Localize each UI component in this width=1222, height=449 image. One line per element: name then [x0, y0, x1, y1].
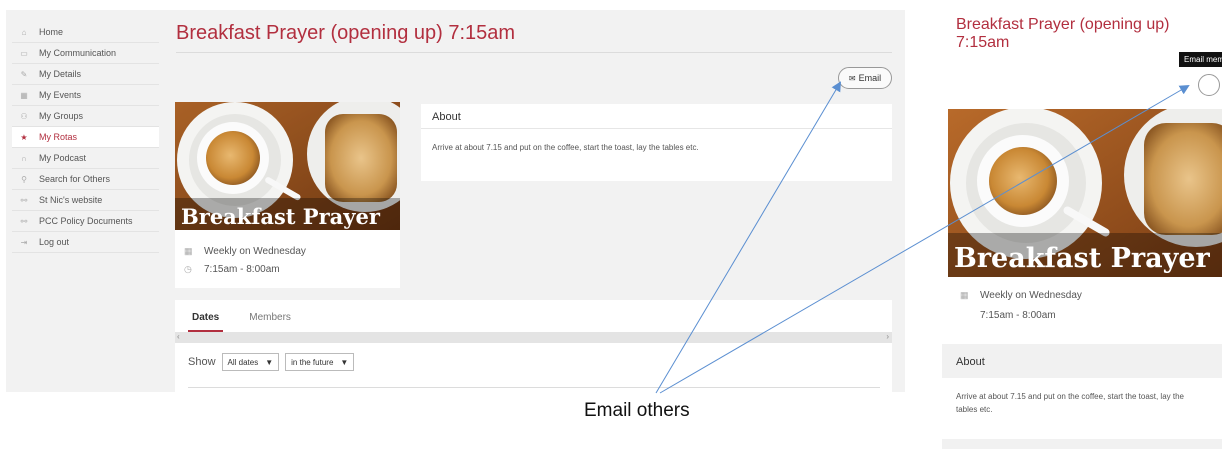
filter-divider: [188, 387, 880, 388]
sidebar-nav: ⌂ Home ▭ My Communication ✎ My Details ▦ My Eve…: [12, 22, 159, 253]
sidebar-item-label: My Details: [39, 69, 82, 79]
email-tooltip: Email members: [1179, 52, 1222, 67]
group-icon: ⚇: [20, 111, 28, 121]
time-text: 7:15am - 8:00am: [204, 263, 280, 275]
sidebar-item-home[interactable]: ⌂ Home: [12, 22, 159, 43]
sidebar-item-log-out[interactable]: ⇥ Log out: [12, 232, 159, 253]
filter-row: Show All dates ▼ in the future ▼: [175, 343, 892, 371]
sidebar-item-my-groups[interactable]: ⚇ My Groups: [12, 106, 159, 127]
sidebar-item-label: PCC Policy Documents: [39, 216, 133, 226]
sidebar-item-pcc-policy-documents[interactable]: ⚯ PCC Policy Documents: [12, 211, 159, 232]
breakfast-photo: Breakfast Prayer: [175, 102, 400, 230]
sidebar-item-label: My Rotas: [39, 132, 78, 142]
calendar-icon: ▦: [20, 90, 28, 100]
page-title: Breakfast Prayer (opening up) 7:15am: [176, 22, 516, 44]
zoom-schedule-text: Weekly on Wednesday: [980, 289, 1082, 301]
caret-down-icon: ▼: [265, 357, 274, 367]
zoom-breakfast-photo: Breakfast Prayer: [948, 109, 1222, 277]
zoom-time-text: 7:15am - 8:00am: [980, 309, 1056, 321]
sidebar-item-label: Log out: [39, 237, 70, 247]
sidebar-item-label: Search for Others: [39, 174, 111, 184]
zoom-schedule-row: ▦ Weekly on Wednesday: [948, 285, 1222, 305]
headphones-icon: ∩: [21, 153, 27, 163]
link-icon: ⚯: [20, 195, 28, 205]
sidebar-item-my-rotas[interactable]: ★ My Rotas: [12, 127, 159, 148]
clock-icon: ◷: [184, 263, 192, 274]
zoom-image-caption: Breakfast Prayer: [954, 243, 1210, 274]
calendar-icon: ▦: [960, 289, 969, 300]
sidebar-item-my-details[interactable]: ✎ My Details: [12, 64, 159, 85]
tab-members[interactable]: Members: [245, 300, 295, 332]
dates-select-value: All dates: [227, 357, 259, 367]
show-label: Show: [188, 356, 216, 368]
sidebar-item-my-communication[interactable]: ▭ My Communication: [12, 43, 159, 64]
zoom-time-row: 7:15am - 8:00am: [948, 305, 1222, 325]
message-icon: ▭: [20, 48, 28, 58]
home-icon: ⌂: [21, 27, 27, 37]
scroll-right-icon[interactable]: ›: [886, 332, 889, 341]
sidebar-item-my-events[interactable]: ▦ My Events: [12, 85, 159, 106]
scroll-left-icon[interactable]: ‹: [177, 332, 180, 341]
sidebar-item-label: St Nic's website: [39, 195, 103, 205]
sidebar-item-label: My Groups: [39, 111, 84, 121]
zoom-event-info: ▦ Weekly on Wednesday 7:15am - 8:00am: [948, 277, 1222, 341]
title-divider: [176, 52, 892, 53]
sidebar-item-search-for-others[interactable]: ⚲ Search for Others: [12, 169, 159, 190]
calendar-icon: ▦: [184, 245, 193, 256]
zoom-about-text: Arrive at about 7.15 and put on the coff…: [956, 392, 1184, 414]
caret-down-icon: ▼: [340, 357, 349, 367]
tab-dates[interactable]: Dates: [188, 300, 224, 332]
dates-select[interactable]: All dates ▼: [221, 353, 280, 371]
email-button-label: Email: [858, 73, 882, 83]
zoom-about-heading: About: [942, 344, 1222, 378]
sidebar-item-label: Home: [39, 27, 64, 37]
zoomed-screenshot: Breakfast Prayer (opening up) 7:15am Ema…: [942, 12, 1222, 449]
stage: ⌂ Home ▭ My Communication ✎ My Details ▦ My Eve…: [0, 0, 1222, 449]
range-select[interactable]: in the future ▼: [285, 353, 355, 371]
annotation-label: Email others: [584, 400, 690, 421]
time-row: ◷ 7:15am - 8:00am: [175, 260, 400, 278]
horizontal-scrollbar[interactable]: ‹ ›: [175, 332, 892, 343]
email-button[interactable]: ✉ Email: [838, 67, 892, 89]
tab-bar: Dates Members: [175, 300, 892, 332]
about-heading: About: [421, 104, 892, 129]
schedule-row: ▦ Weekly on Wednesday: [175, 242, 400, 260]
tabs-card: Dates Members ‹ › Show All dates ▼ in th…: [175, 300, 892, 392]
people-search-icon: ⚲: [21, 174, 27, 184]
link-icon: ⚯: [20, 216, 28, 226]
sidebar-item-label: My Events: [39, 90, 82, 100]
envelope-icon: ✉: [848, 73, 856, 83]
logout-icon: ⇥: [20, 237, 28, 247]
zoom-event-image: Breakfast Prayer: [948, 109, 1222, 277]
zoom-page-title: Breakfast Prayer (opening up) 7:15am: [956, 16, 1170, 51]
sidebar-item-label: My Communication: [39, 48, 117, 58]
sidebar-item-st-nic-s-website[interactable]: ⚯ St Nic's website: [12, 190, 159, 211]
event-image: Breakfast Prayer: [175, 102, 400, 230]
star-icon: ★: [20, 132, 28, 142]
pencil-icon: ✎: [20, 69, 28, 79]
zoom-bottom-band: [942, 439, 1222, 449]
event-info-card: ▦ Weekly on Wednesday ◷ 7:15am - 8:00am: [175, 230, 400, 288]
range-select-value: in the future: [291, 357, 334, 367]
image-caption: Breakfast Prayer: [181, 204, 381, 229]
about-text: Arrive at about 7.15 and put on the coff…: [432, 143, 699, 152]
main-screenshot: ⌂ Home ▭ My Communication ✎ My Details ▦ My Eve…: [6, 10, 905, 392]
sidebar-item-label: My Podcast: [39, 153, 87, 163]
about-card: About Arrive at about 7.15 and put on th…: [421, 104, 892, 181]
email-members-button[interactable]: [1198, 74, 1220, 96]
schedule-text: Weekly on Wednesday: [204, 245, 306, 257]
sidebar-item-my-podcast[interactable]: ∩ My Podcast: [12, 148, 159, 169]
